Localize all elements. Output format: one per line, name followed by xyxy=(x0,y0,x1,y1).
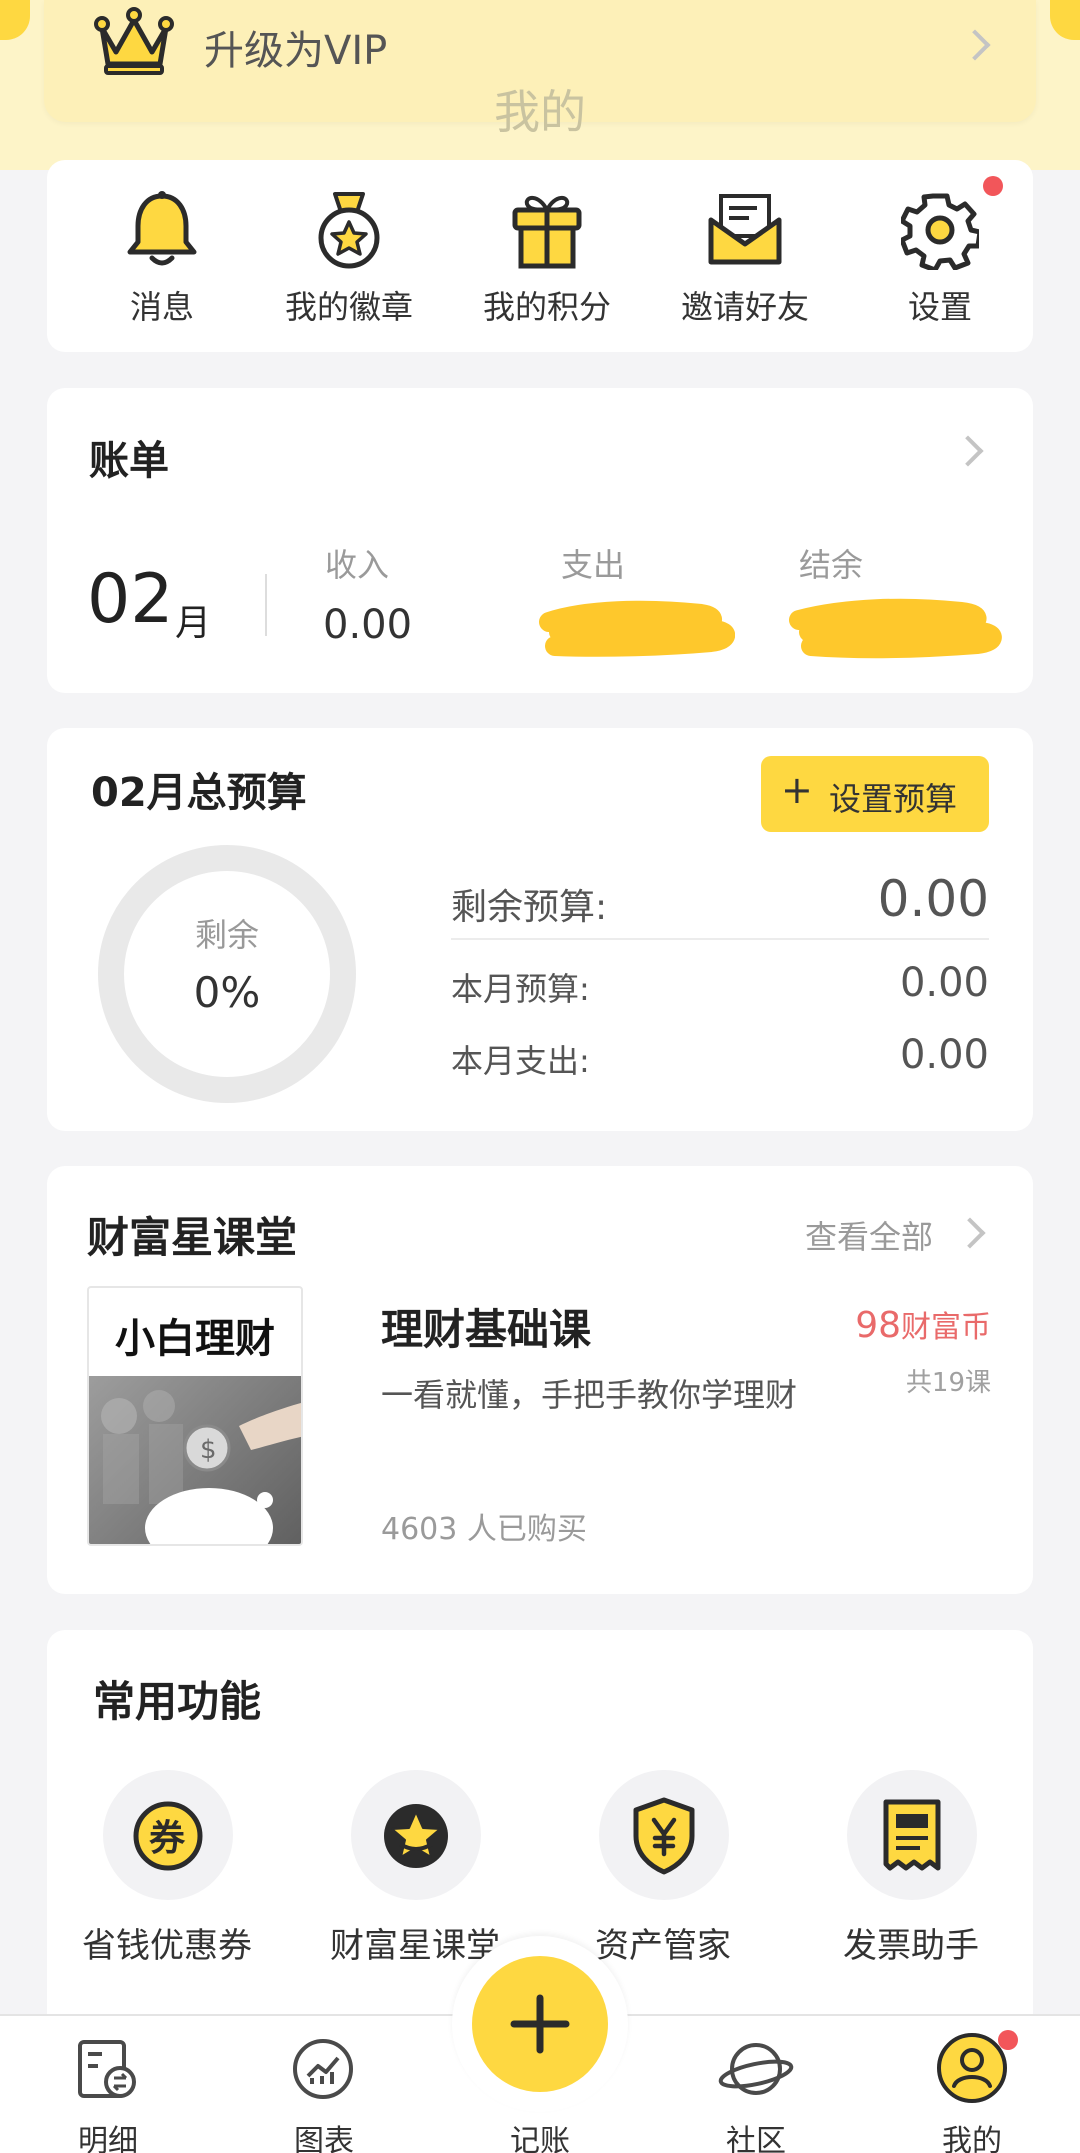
tab-details[interactable]: 明细 xyxy=(0,2020,216,2153)
function-classroom[interactable]: 财富星课堂 xyxy=(315,1770,515,1970)
svg-text:券: 券 xyxy=(149,1818,186,1859)
star-badge-icon xyxy=(384,1804,448,1868)
plus-icon: + xyxy=(781,768,813,812)
function-label: 发票助手 xyxy=(843,1926,979,1966)
medal-icon xyxy=(318,192,380,269)
gear-icon xyxy=(901,193,979,270)
menu-label: 消息 xyxy=(129,288,194,326)
settings-notification-dot xyxy=(983,176,1003,196)
bill-month-number: 02 xyxy=(87,560,174,639)
course-item[interactable]: 小白理财 $ 理财基础课 一看就懂，手把手教你学理财 4603 人已购买 98财… xyxy=(87,1286,991,1556)
quick-menu-card: 消息 我的徽章 我的积分 邀请好友 设置 xyxy=(47,160,1033,352)
expense-label: 支出 xyxy=(561,546,626,584)
income-value: 0.00 xyxy=(323,602,413,648)
classroom-title: 财富星课堂 xyxy=(87,1213,298,1262)
bill-month-unit: 月 xyxy=(175,603,212,644)
course-description: 一看就懂，手把手教你学理财 xyxy=(381,1376,798,1414)
gift-icon xyxy=(512,196,582,269)
planet-icon xyxy=(718,2043,794,2095)
monthly-spent-label: 本月支出: xyxy=(451,1042,590,1080)
function-coupon[interactable]: 券 省钱优惠券 xyxy=(67,1770,267,1970)
menu-label: 我的积分 xyxy=(482,288,611,326)
set-budget-label: 设置预算 xyxy=(829,780,958,818)
ledger-icon xyxy=(78,2040,136,2098)
menu-item-settings[interactable]: 设置 xyxy=(865,176,1015,340)
tab-label: 社区 xyxy=(726,2124,786,2153)
bill-card[interactable]: 账单 02 月 收入 0.00 支出 结余 xyxy=(47,388,1033,693)
thumbnail-title: 小白理财 xyxy=(115,1316,275,1362)
tab-charts[interactable]: 图表 xyxy=(216,2020,432,2153)
menu-label: 设置 xyxy=(907,288,972,326)
yen-shield-icon xyxy=(633,1797,695,1875)
classroom-card: 财富星课堂 查看全部 小白理财 $ 理财基础课 一看就懂，手把手教你学理财 46… xyxy=(47,1166,1033,1594)
course-thumbnail: 小白理财 $ xyxy=(87,1286,303,1546)
tab-community[interactable]: 社区 xyxy=(648,2020,864,2153)
svg-text:$: $ xyxy=(200,1435,217,1465)
ring-percent: 0% xyxy=(193,968,261,1017)
menu-label: 我的徽章 xyxy=(284,288,413,326)
monthly-budget-label: 本月预算: xyxy=(451,970,590,1008)
course-name: 理财基础课 xyxy=(381,1305,592,1354)
ring-label: 剩余 xyxy=(194,916,259,954)
tab-label: 记账 xyxy=(510,2124,570,2153)
budget-title: 02月总预算 xyxy=(91,770,307,816)
common-functions-title: 常用功能 xyxy=(93,1677,262,1726)
chevron-right-icon xyxy=(959,29,991,61)
chart-icon xyxy=(293,2039,353,2099)
divider xyxy=(451,938,989,940)
function-asset-manager[interactable]: 资产管家 xyxy=(563,1770,763,1970)
tab-label: 图表 xyxy=(294,2124,354,2153)
price-unit: 财富币 xyxy=(901,1310,991,1345)
monthly-spent-value: 0.00 xyxy=(899,1032,989,1078)
set-budget-button[interactable]: + 设置预算 xyxy=(761,756,989,832)
monthly-budget-value: 0.00 xyxy=(899,960,989,1006)
bell-icon xyxy=(127,191,197,266)
balance-label: 结余 xyxy=(799,546,864,584)
profile-notification-dot xyxy=(998,2030,1018,2050)
menu-item-messages[interactable]: 消息 xyxy=(87,190,237,340)
crown-icon xyxy=(94,7,174,75)
view-all-link[interactable]: 查看全部 xyxy=(805,1212,933,1258)
chevron-right-icon xyxy=(952,435,984,467)
divider xyxy=(265,574,267,636)
receipt-icon xyxy=(883,1799,941,1871)
course-buyers: 4603 人已购买 xyxy=(381,1512,587,1547)
user-icon xyxy=(937,2033,1007,2103)
menu-item-invite[interactable]: 邀请好友 xyxy=(665,190,825,340)
menu-item-badges[interactable]: 我的徽章 xyxy=(269,190,429,340)
tab-record[interactable]: 记账 xyxy=(432,2020,648,2153)
budget-card: 02月总预算 + 设置预算 剩余 0% 剩余预算: 0.00 本月预算: 0.0… xyxy=(47,728,1033,1131)
course-price: 98财富币 xyxy=(801,1302,991,1346)
coupon-icon: 券 xyxy=(133,1801,203,1871)
tab-label: 我的 xyxy=(942,2124,1002,2153)
price-number: 98 xyxy=(855,1305,901,1346)
page-title: 我的 xyxy=(494,85,586,139)
course-lessons: 共19课 xyxy=(905,1368,991,1398)
piggy-bank-icon: $ xyxy=(101,1390,301,1544)
envelope-icon xyxy=(708,194,782,265)
menu-label: 邀请好友 xyxy=(680,288,809,326)
function-invoice[interactable]: 发票助手 xyxy=(811,1770,1011,1970)
income-label: 收入 xyxy=(325,546,390,584)
remaining-budget-value: 0.00 xyxy=(877,870,989,928)
remaining-budget-label: 剩余预算: xyxy=(451,887,608,928)
tab-mine[interactable]: 我的 xyxy=(864,2020,1080,2153)
piggy-bank-image: $ xyxy=(89,1376,301,1544)
balance-redaction-scribble xyxy=(789,598,1002,659)
chevron-right-icon xyxy=(954,1217,986,1249)
menu-item-points[interactable]: 我的积分 xyxy=(467,190,627,340)
expense-redaction-scribble xyxy=(539,600,735,657)
vip-label: 升级为VIP xyxy=(204,28,388,74)
bill-title: 账单 xyxy=(89,438,169,484)
function-label: 省钱优惠券 xyxy=(82,1926,252,1966)
tab-label: 明细 xyxy=(78,2124,138,2153)
